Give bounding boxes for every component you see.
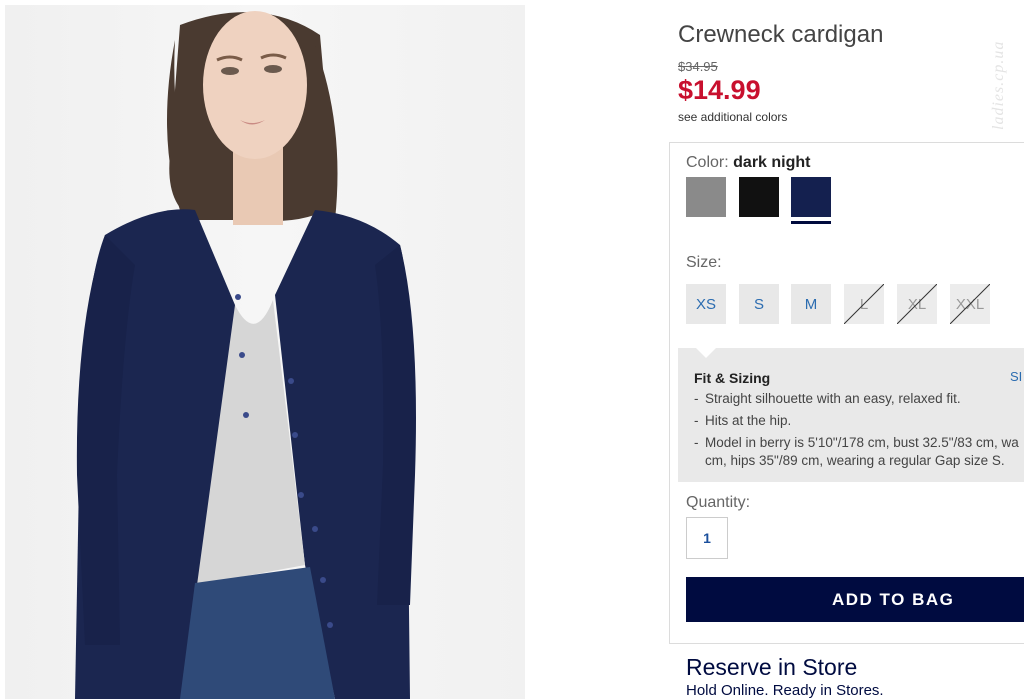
reserve-in-store-title: Reserve in Store xyxy=(686,654,858,680)
size-l-button[interactable]: L xyxy=(844,284,884,324)
selected-swatch-indicator xyxy=(791,221,831,224)
original-price: $34.95 xyxy=(678,59,718,74)
size-xl-button[interactable]: XL xyxy=(897,284,937,324)
color-label: Color: dark night xyxy=(686,154,810,172)
selected-color-name: dark night xyxy=(733,154,811,171)
fit-item: Straight silhouette with an easy, relaxe… xyxy=(694,390,1024,408)
add-to-bag-button[interactable]: ADD TO BAG xyxy=(686,577,1024,622)
color-label-text: Color: xyxy=(686,154,729,171)
size-chart-link[interactable]: SI xyxy=(1010,369,1022,384)
see-additional-colors-link[interactable]: see additional colors xyxy=(678,110,787,124)
fit-item-model: Model in berry is 5'10"/178 cm, bust 32.… xyxy=(694,434,1024,470)
size-label: Size: xyxy=(686,254,722,271)
size-xxl-button[interactable]: XXL xyxy=(950,284,990,324)
fit-sizing-title: Fit & Sizing xyxy=(694,370,771,386)
model-line-2: cm, hips 35"/89 cm, wearing a regular Ga… xyxy=(705,453,1005,468)
color-swatch-black[interactable] xyxy=(739,177,779,217)
quantity-label: Quantity: xyxy=(686,494,751,511)
size-xxl-label: XXL xyxy=(955,295,985,313)
fit-item: Hits at the hip. xyxy=(694,412,1024,430)
product-image[interactable] xyxy=(5,5,525,699)
product-title: Crewneck cardigan xyxy=(678,21,884,48)
size-s-button[interactable]: S xyxy=(739,284,779,324)
size-xl-label: XL xyxy=(907,295,927,313)
model-illustration xyxy=(75,11,416,699)
fit-sizing-list: Straight silhouette with an easy, relaxe… xyxy=(694,390,1024,474)
quantity-input[interactable] xyxy=(686,517,728,559)
fit-box-notch xyxy=(696,348,716,358)
watermark: ladies.cp.ua xyxy=(990,40,1007,130)
reserve-subtitle: Hold Online. Ready in Stores. xyxy=(686,682,884,699)
size-l-label: L xyxy=(859,295,869,313)
model-line-1: Model in berry is 5'10"/178 cm, bust 32.… xyxy=(705,435,1019,450)
sale-price: $14.99 xyxy=(678,75,761,105)
color-swatch-gray[interactable] xyxy=(686,177,726,217)
color-swatch-dark-night[interactable] xyxy=(791,177,831,217)
size-m-button[interactable]: M xyxy=(791,284,831,324)
size-xs-button[interactable]: XS xyxy=(686,284,726,324)
